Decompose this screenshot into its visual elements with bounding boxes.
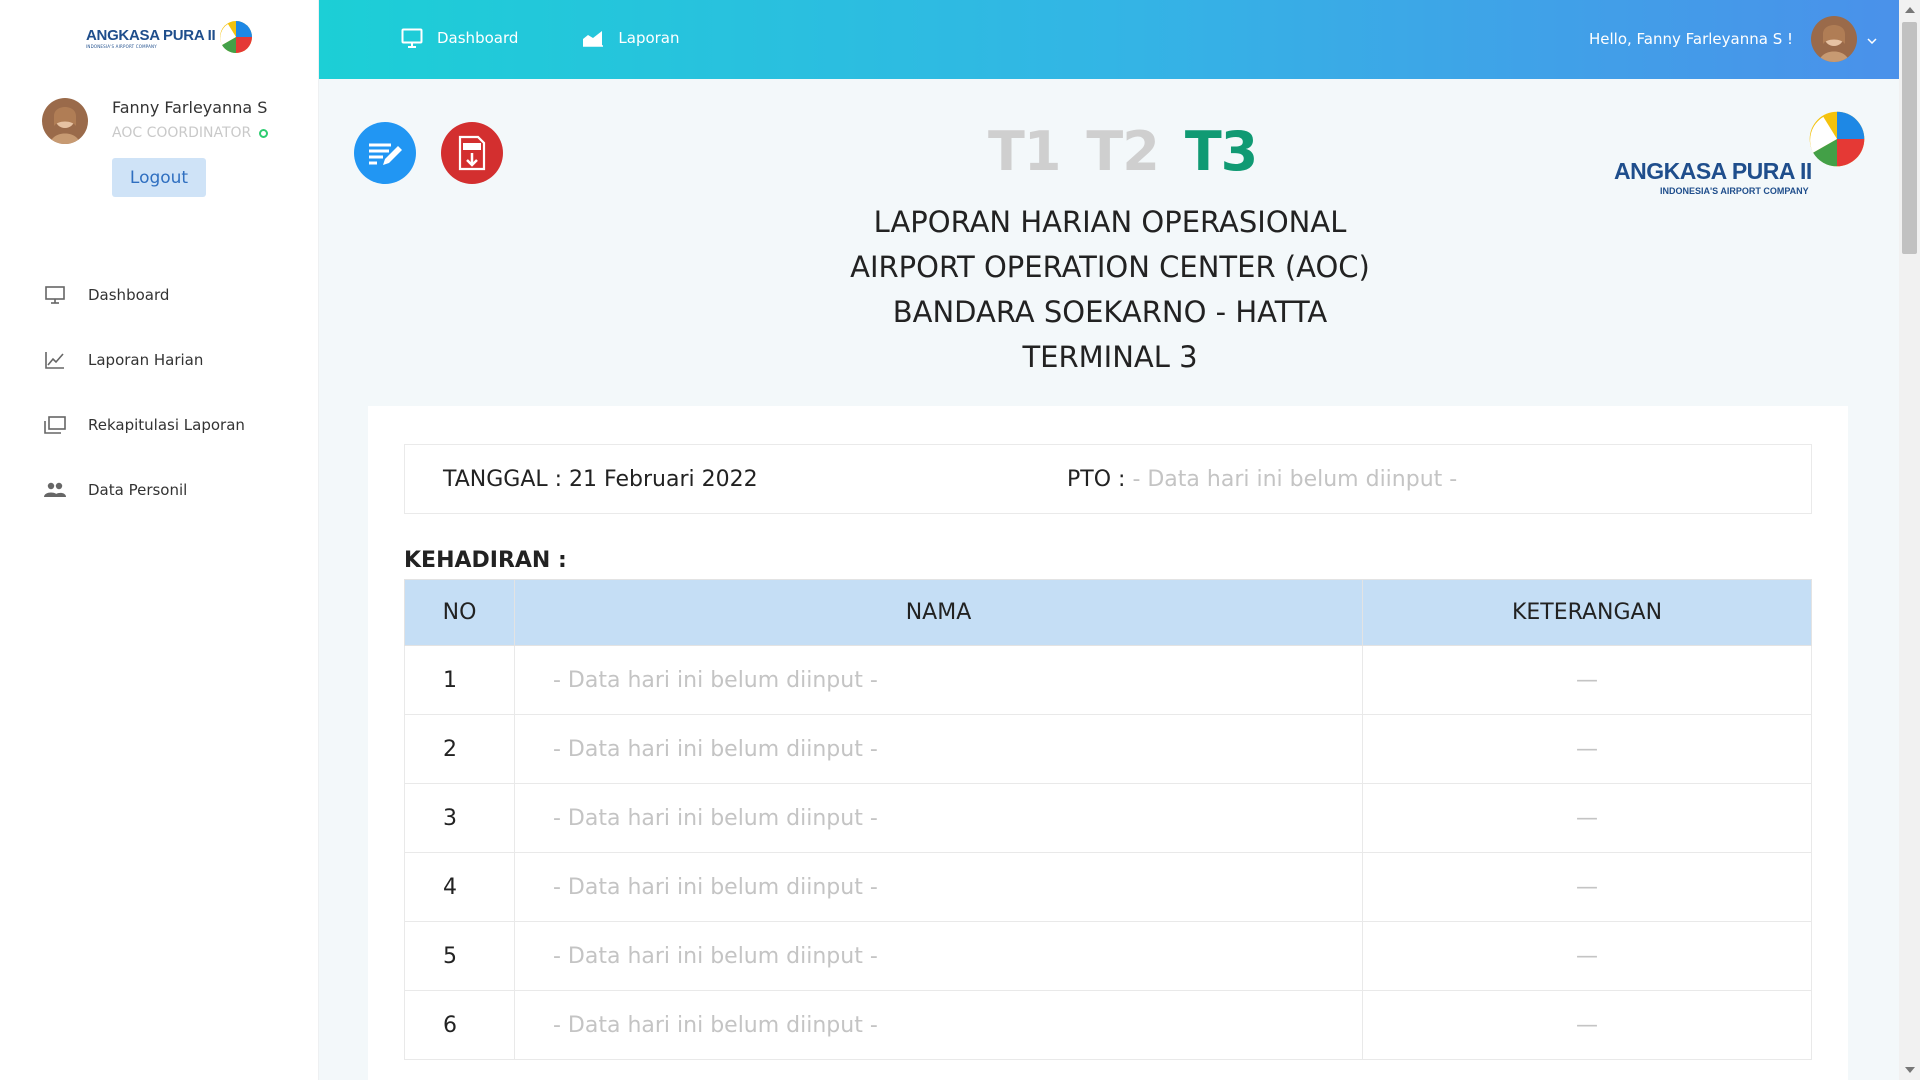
profile-role: AOC COORDINATOR: [112, 125, 269, 141]
report-date: TANGGAL : 21 Februari 2022: [443, 466, 758, 492]
report-title-line: AIRPORT OPERATION CENTER (AOC): [850, 250, 1370, 284]
user-profile: Fanny Farleyanna S AOC COORDINATOR: [42, 98, 269, 144]
terminal-t2-tab[interactable]: T2: [1086, 120, 1159, 183]
cell-no: 3: [404, 783, 515, 853]
edit-notes-icon: [369, 143, 402, 165]
cell-no: 5: [404, 921, 515, 991]
monitor-icon: [401, 28, 423, 48]
avatar-image-icon: [42, 98, 88, 144]
topnav-label: Laporan: [618, 29, 680, 47]
logout-button[interactable]: Logout: [112, 158, 206, 197]
terminal-t1-tab[interactable]: T1: [988, 120, 1061, 183]
report-card: TANGGAL : 21 Februari 2022 PTO : - Data …: [368, 406, 1848, 1080]
header-brand-tagline: INDONESIA'S AIRPORT COMPANY: [1660, 186, 1809, 196]
scrollbar-thumb[interactable]: [1902, 22, 1917, 254]
attendance-title: KEHADIRAN :: [404, 548, 567, 573]
brand-name: ANGKASA PURA II: [86, 27, 216, 44]
sidebar-item-label: Data Personil: [88, 480, 188, 499]
sidebar-item-dashboard[interactable]: Dashboard: [44, 262, 304, 327]
sidebar-item-rekapitulasi-laporan[interactable]: Rekapitulasi Laporan: [44, 392, 304, 457]
column-header-no: NO: [404, 579, 515, 646]
attendance-table: NO NAMA KETERANGAN 1 - Data hari ini bel…: [404, 579, 1812, 1060]
user-menu[interactable]: Hello, Fanny Farleyanna S !: [1589, 16, 1877, 62]
cell-no: 6: [404, 990, 515, 1060]
avatar-image-icon: [1811, 16, 1857, 62]
user-greeting: Hello, Fanny Farleyanna S !: [1588, 30, 1793, 48]
terminal-switcher: T1 T2 T3: [988, 120, 1283, 183]
column-header-nama: NAMA: [514, 579, 1363, 646]
table-row: 2 - Data hari ini belum diinput - —: [404, 714, 1812, 784]
profile-name: Fanny Farleyanna S: [112, 98, 268, 117]
table-row: 6 - Data hari ini belum diinput - —: [404, 990, 1812, 1060]
report-title-line: BANDARA SOEKARNO - HATTA: [892, 295, 1328, 329]
brand-tagline: INDONESIA'S AIRPORT COMPANY: [86, 44, 157, 49]
cell-keterangan: —: [1362, 714, 1812, 784]
cell-keterangan: —: [1362, 852, 1812, 922]
sidebar-item-label: Rekapitulasi Laporan: [88, 415, 245, 434]
cell-no: 1: [404, 645, 515, 715]
angkasa-pura-logo-icon: [220, 21, 253, 54]
download-pdf-button[interactable]: [441, 122, 503, 184]
page-scrollbar[interactable]: [1899, 0, 1920, 1080]
edit-report-button[interactable]: [354, 122, 416, 184]
terminal-t3-tab[interactable]: T3: [1185, 120, 1258, 183]
report-info-row: TANGGAL : 21 Februari 2022 PTO : - Data …: [404, 444, 1812, 514]
role-label: AOC COORDINATOR: [112, 125, 252, 141]
chevron-down-icon[interactable]: [1867, 30, 1877, 48]
folders-icon: [44, 414, 66, 436]
table-header-row: NO NAMA KETERANGAN: [404, 579, 1812, 646]
topnav-item-dashboard[interactable]: Dashboard: [401, 28, 518, 48]
avatar[interactable]: [1811, 16, 1857, 62]
report-title-line: TERMINAL 3: [1022, 340, 1198, 374]
cell-keterangan: —: [1362, 990, 1812, 1060]
header-brand-name: ANGKASA PURA II: [1614, 158, 1812, 184]
pto-label: PTO :: [1067, 466, 1126, 492]
cell-nama: - Data hari ini belum diinput -: [514, 783, 1363, 853]
report-title-line: LAPORAN HARIAN OPERASIONAL: [873, 205, 1347, 239]
cell-nama: - Data hari ini belum diinput -: [514, 852, 1363, 922]
avatar[interactable]: [42, 98, 88, 144]
cell-nama: - Data hari ini belum diinput -: [514, 921, 1363, 991]
cell-no: 4: [404, 852, 515, 922]
sidebar-item-data-personil[interactable]: Data Personil: [44, 457, 304, 522]
top-nav: Dashboard Laporan: [401, 28, 744, 48]
topnav-label: Dashboard: [437, 29, 519, 47]
cell-keterangan: —: [1362, 645, 1812, 715]
users-icon: [44, 479, 66, 501]
table-row: 3 - Data hari ini belum diinput - —: [404, 783, 1812, 853]
brand-logo[interactable]: ANGKASA PURA II INDONESIA'S AIRPORT COMP…: [86, 20, 253, 54]
angkasa-pura-logo-icon: [1809, 111, 1865, 167]
topnav-item-laporan[interactable]: Laporan: [582, 28, 680, 48]
pto-value: - Data hari ini belum diinput -: [1132, 466, 1458, 492]
sidebar-item-laporan-harian[interactable]: Laporan Harian: [44, 327, 304, 392]
sidebar-nav: Dashboard Laporan Harian Rekapitulasi La…: [44, 262, 304, 522]
monitor-icon: [44, 284, 66, 306]
cell-nama: - Data hari ini belum diinput -: [514, 990, 1363, 1060]
table-row: 1 - Data hari ini belum diinput - —: [404, 645, 1812, 715]
column-header-keterangan: KETERANGAN: [1362, 579, 1812, 646]
line-chart-icon: [44, 349, 66, 371]
cell-keterangan: —: [1362, 921, 1812, 991]
top-navbar: Dashboard Laporan Hello, Fanny Farleyann…: [319, 0, 1899, 79]
pdf-download-icon: [458, 135, 486, 171]
online-status-icon: [259, 128, 269, 138]
cell-nama: - Data hari ini belum diinput -: [514, 714, 1363, 784]
table-row: 5 - Data hari ini belum diinput - —: [404, 921, 1812, 991]
cell-no: 2: [404, 714, 515, 784]
sidebar-item-label: Dashboard: [88, 285, 170, 304]
scroll-up-icon[interactable]: [1905, 7, 1915, 13]
table-row: 4 - Data hari ini belum diinput - —: [404, 852, 1812, 922]
pto-field: PTO : - Data hari ini belum diinput -: [1067, 467, 1457, 492]
sidebar-item-label: Laporan Harian: [88, 350, 204, 369]
cell-keterangan: —: [1362, 783, 1812, 853]
scroll-down-icon[interactable]: [1905, 1067, 1915, 1073]
area-chart-icon: [582, 29, 604, 47]
sidebar: ANGKASA PURA II INDONESIA'S AIRPORT COMP…: [0, 0, 319, 1080]
report-title: LAPORAN HARIAN OPERASIONAL AIRPORT OPERA…: [700, 200, 1520, 380]
cell-nama: - Data hari ini belum diinput -: [514, 645, 1363, 715]
